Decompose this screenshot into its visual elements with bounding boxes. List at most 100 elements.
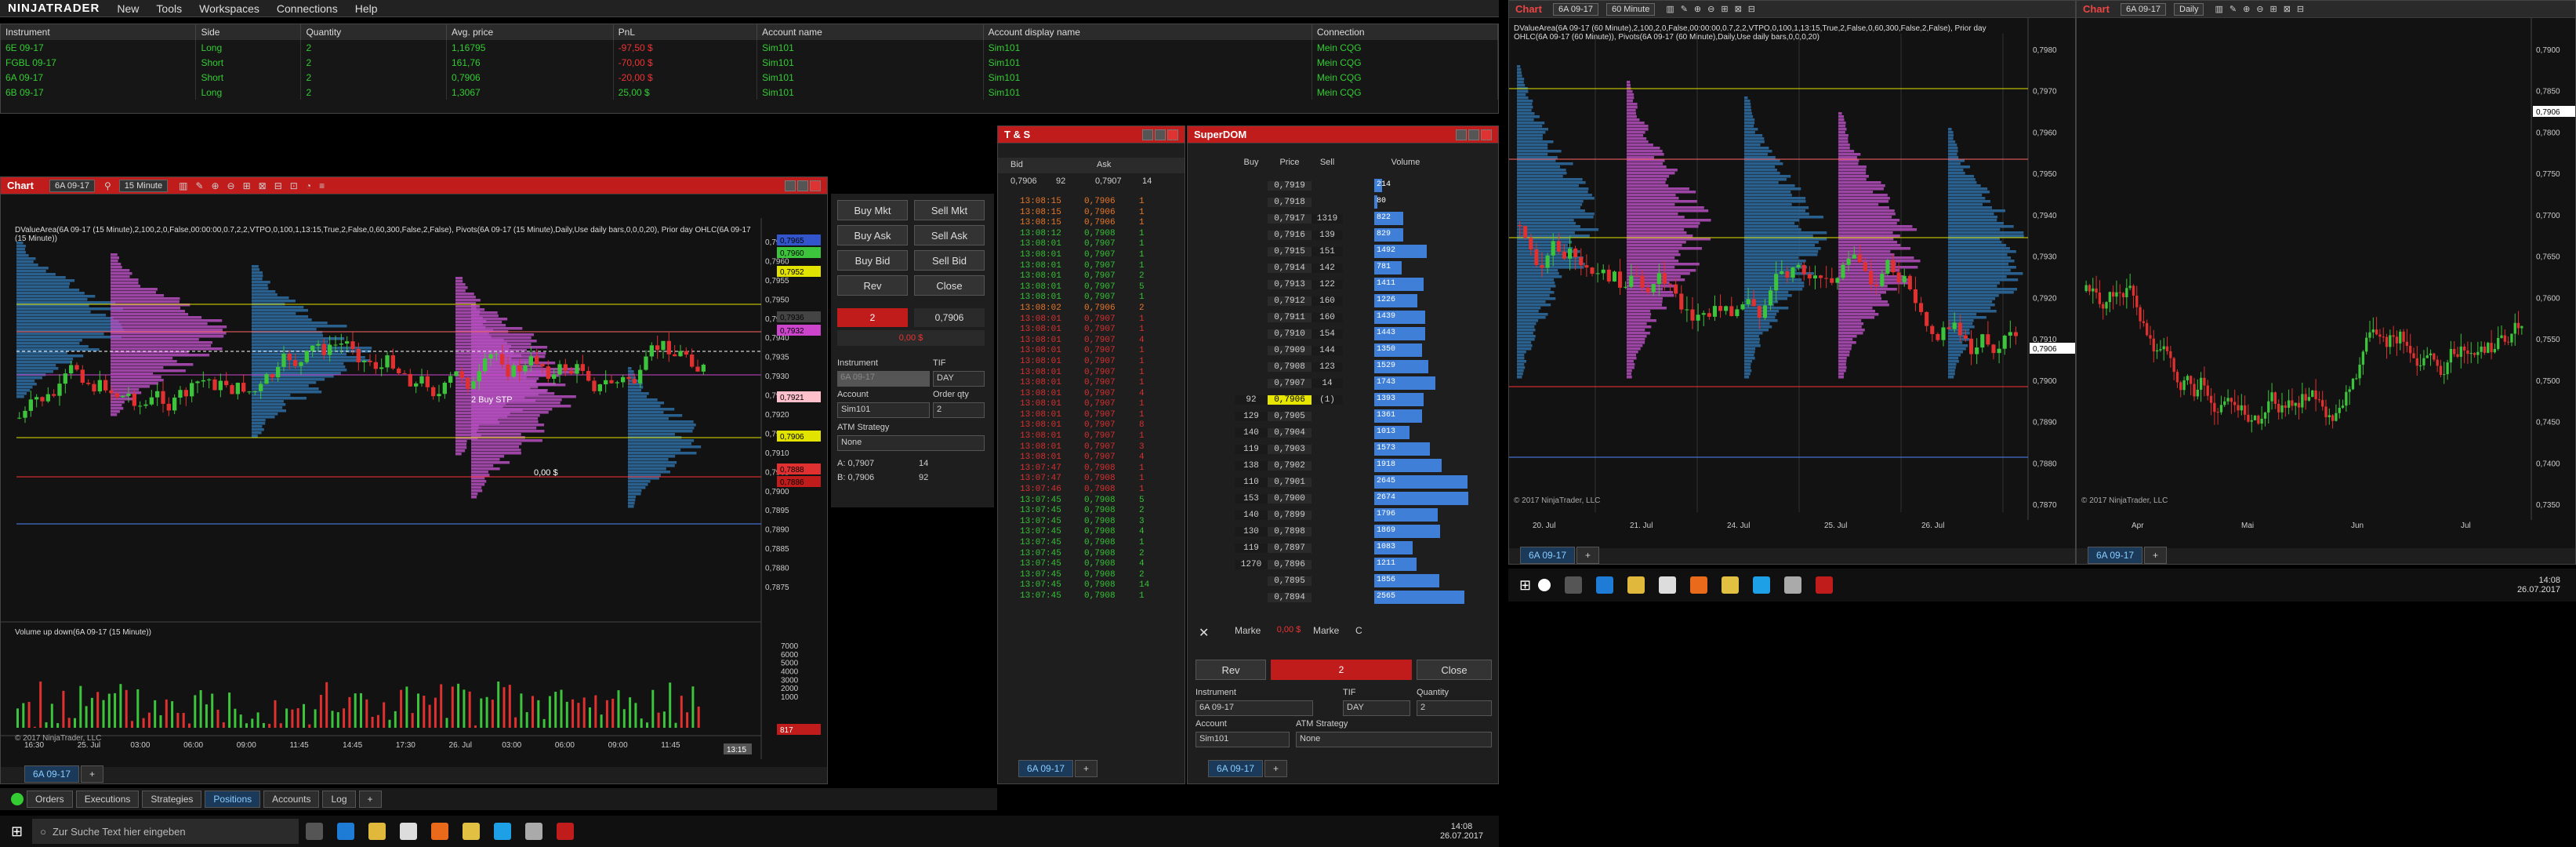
minimize-icon[interactable] <box>1142 129 1153 140</box>
close-position-button[interactable]: Close <box>914 275 985 296</box>
add-tab-button[interactable]: + <box>2144 547 2168 564</box>
tif-select[interactable]: DAY <box>933 371 985 387</box>
dom-row[interactable]: 110 0,7901 2645 <box>1235 474 1493 490</box>
positions-col-header[interactable]: Account name <box>756 24 984 40</box>
instrument-field[interactable]: 6A 09-17 <box>837 371 930 387</box>
buy-bid-button[interactable]: Buy Bid <box>837 250 908 271</box>
dom-buy-cell[interactable]: 153 <box>1235 493 1268 503</box>
dom-instrument-field[interactable]: 6A 09-17 <box>1195 700 1313 716</box>
file-explorer-icon[interactable] <box>1627 576 1645 594</box>
firefox-icon[interactable] <box>1690 576 1708 594</box>
dom-buy-cell[interactable]: 119 <box>1235 444 1268 454</box>
file-explorer-icon[interactable] <box>368 823 386 840</box>
dom-buy-cell[interactable]: 129 <box>1235 411 1268 421</box>
chart3-interval-selector[interactable]: Daily <box>2174 2 2204 16</box>
close-icon[interactable] <box>810 180 821 191</box>
dom-buy-cell[interactable]: 138 <box>1235 460 1268 471</box>
close-icon[interactable] <box>1481 129 1492 140</box>
add-tab-button[interactable]: + <box>81 765 104 783</box>
chart2-toolbar-icons[interactable]: ▥✎⊕⊖⊞⊠⊟ <box>1666 4 1761 14</box>
dom-row[interactable]: 92 0,7906 (1) 1393 <box>1235 391 1493 408</box>
edge-icon[interactable] <box>337 823 355 840</box>
market-right-button[interactable]: Marke <box>1313 625 1339 636</box>
taskbar-search-box[interactable]: ○ Zur Suche Text hier eingeben <box>32 819 299 844</box>
dom-sell-cell[interactable]: 122 <box>1312 279 1343 289</box>
menu-new[interactable]: New <box>117 2 139 15</box>
dom-row[interactable]: 0,7911 160 1439 <box>1235 309 1493 325</box>
dom-row[interactable]: 0,7918 80 <box>1235 194 1493 210</box>
dom-row[interactable]: 0,7907 14 1743 <box>1235 375 1493 391</box>
dom-row[interactable]: 0,7909 144 1350 <box>1235 342 1493 358</box>
interval-selector[interactable]: 15 Minute <box>118 179 169 192</box>
position-row[interactable]: 6B 09-17 Long 2 1,3067 25,00 $ Sim101 Sim101 Me… <box>1 85 1498 100</box>
dom-sell-cell[interactable]: 142 <box>1312 263 1343 273</box>
chrome-icon[interactable] <box>1722 576 1740 594</box>
menu-workspaces[interactable]: Workspaces <box>199 2 259 15</box>
tab-executions[interactable]: Executions <box>75 791 140 808</box>
chart2-interval-selector[interactable]: 60 Minute <box>1606 2 1656 16</box>
dom-quantity-field[interactable]: 2 <box>1417 700 1492 716</box>
chart3-area[interactable]: 0,7900 0,7850 0,7800 0,7750 0,7700 0,7650 0,76… <box>2077 18 2575 548</box>
windows-start-icon[interactable]: ⊞ <box>1519 577 1531 594</box>
dom-tif-select[interactable]: DAY <box>1343 700 1410 716</box>
ts-list[interactable]: 13:08:15 0,7906 1 13:08:15 0,7906 1 13:08:15 0,… <box>1020 197 1177 746</box>
dom-row[interactable]: 119 0,7897 1083 <box>1235 540 1493 556</box>
chart-toolbar-icons[interactable]: ▥✎⊕⊖⊞⊠⊟⊡◔≡ <box>179 180 332 191</box>
dom-row[interactable]: 138 0,7902 1918 <box>1235 457 1493 474</box>
maximize-icon[interactable] <box>1155 129 1166 140</box>
add-tab-button[interactable]: + <box>1576 547 1600 564</box>
dom-row[interactable]: 0,7910 154 1443 <box>1235 325 1493 342</box>
task-view-icon[interactable] <box>306 823 324 840</box>
dom-row[interactable]: 0,7915 151 1492 <box>1235 243 1493 260</box>
tab-6a[interactable]: 6A 09-17 <box>2088 547 2143 564</box>
dom-row[interactable]: 0,7894 2565 <box>1235 589 1493 605</box>
dom-row[interactable]: 0,7917 1319 822 <box>1235 210 1493 227</box>
add-tab-button[interactable]: + <box>358 791 382 808</box>
dom-row[interactable]: 0,7916 139 829 <box>1235 227 1493 243</box>
windows-start-icon[interactable]: ⊞ <box>11 823 23 840</box>
minimize-icon[interactable] <box>785 180 796 191</box>
sell-market-button[interactable]: Sell Mkt <box>914 200 985 220</box>
tab-strategies[interactable]: Strategies <box>142 791 202 808</box>
buy-ask-button[interactable]: Buy Ask <box>837 225 908 245</box>
dom-close-button[interactable]: Close <box>1417 660 1492 680</box>
positions-col-header[interactable]: Quantity <box>300 24 447 40</box>
minimize-icon[interactable] <box>1456 129 1467 140</box>
dom-sell-cell[interactable]: 14 <box>1312 378 1343 388</box>
chart2-instrument-selector[interactable]: 6A 09-17 <box>1552 2 1598 16</box>
dom-sell-cell[interactable]: (1) <box>1312 394 1343 405</box>
tab-6a[interactable]: 6A 09-17 <box>1018 760 1074 777</box>
positions-col-header[interactable]: Account display name <box>983 24 1312 40</box>
app-icon[interactable] <box>1784 576 1802 594</box>
positions-col-header[interactable]: Side <box>195 24 302 40</box>
dom-buy-cell[interactable]: 140 <box>1235 510 1268 520</box>
cancel-all-icon[interactable]: ✕ <box>1199 625 1209 641</box>
tab-6a[interactable]: 6A 09-17 <box>1520 547 1576 564</box>
chart3-instrument-selector[interactable]: 6A 09-17 <box>2120 2 2166 16</box>
dom-row[interactable]: 0,7908 123 1529 <box>1235 358 1493 375</box>
maximize-icon[interactable] <box>1468 129 1479 140</box>
app-icon[interactable] <box>525 823 543 840</box>
menu-tools[interactable]: Tools <box>156 2 182 15</box>
add-tab-button[interactable]: + <box>1075 760 1098 777</box>
positions-col-header[interactable]: Avg. price <box>446 24 614 40</box>
positions-col-header[interactable]: Connection <box>1312 24 1498 40</box>
dom-buy-cell[interactable]: 1270 <box>1235 559 1268 569</box>
dom-row[interactable]: 140 0,7904 1013 <box>1235 424 1493 441</box>
dom-buy-cell[interactable]: 110 <box>1235 477 1268 487</box>
position-row[interactable]: 6A 09-17 Short 2 0,7906 -20,00 $ Sim101 Sim101… <box>1 70 1498 85</box>
tab-accounts[interactable]: Accounts <box>263 791 320 808</box>
positions-col-header[interactable]: PnL <box>613 24 758 40</box>
dom-row[interactable]: 140 0,7899 1796 <box>1235 507 1493 523</box>
dom-row[interactable]: 119 0,7903 1573 <box>1235 441 1493 457</box>
dom-row[interactable]: 0,7913 122 1411 <box>1235 276 1493 293</box>
atm-select[interactable]: None <box>837 435 985 451</box>
market-left-button[interactable]: Marke <box>1235 625 1261 636</box>
dom-row[interactable]: 153 0,7900 2674 <box>1235 490 1493 507</box>
order-qty-field[interactable]: 2 <box>933 402 985 418</box>
position-row[interactable]: 6E 09-17 Long 2 1,16795 -97,50 $ Sim101 Sim101… <box>1 40 1498 55</box>
dom-buy-cell[interactable]: 119 <box>1235 543 1268 553</box>
add-tab-button[interactable]: + <box>1264 760 1288 777</box>
instrument-selector[interactable]: 6A 09-17 <box>49 179 95 192</box>
market-c-button[interactable]: C <box>1355 625 1362 636</box>
